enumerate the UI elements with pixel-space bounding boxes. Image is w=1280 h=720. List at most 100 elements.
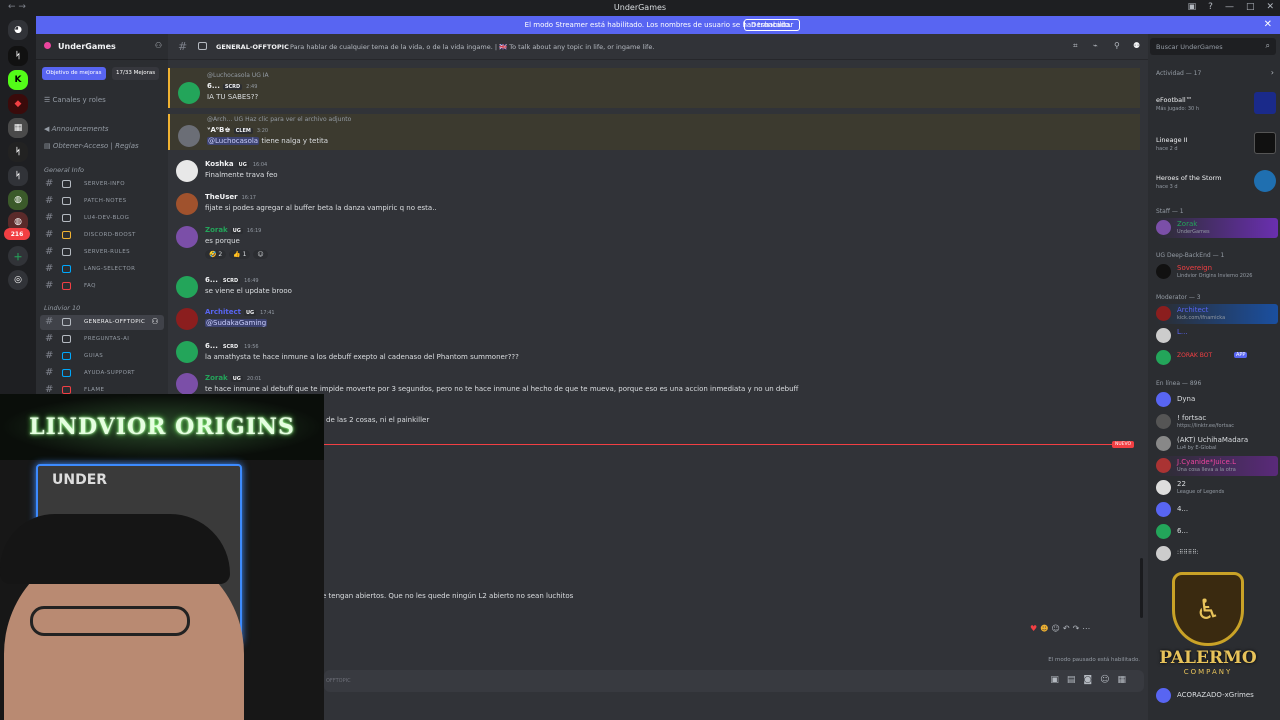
message[interactable]: @Arch... UG Haz clic para ver el archivo… (168, 114, 1140, 150)
message-author[interactable]: 6... SCRD 2:49 (207, 82, 257, 90)
reply-preview[interactable]: @Arch... UG Haz clic para ver el archivo… (207, 116, 351, 123)
add-member-icon[interactable]: ⚇ (151, 317, 159, 326)
server-icon[interactable]: ▦ (8, 118, 28, 138)
reply-preview[interactable]: @Luchocasola UG IA (207, 72, 269, 79)
notification-icon[interactable]: ⌁ (1093, 41, 1098, 50)
message-author[interactable]: Zorak UG 16:19 (205, 226, 261, 234)
disable-streamer-button[interactable]: Deshabilitar (744, 19, 801, 31)
emoji-icon[interactable]: ☺ (1100, 675, 1117, 685)
avatar[interactable] (176, 308, 198, 330)
chevron-right-icon[interactable]: › (1271, 68, 1274, 77)
server-icon[interactable]: ᛋ (8, 142, 28, 162)
more-icon[interactable]: ⋯ (1082, 624, 1093, 633)
channel-server-rules[interactable]: # SERVER-RULES (40, 245, 164, 260)
user-mention[interactable]: @Luchocasola (207, 137, 260, 145)
channel-lang-selector[interactable]: # LANG-SELECTOR (40, 262, 164, 277)
channel-discord-boost[interactable]: # DISCORD-BOOST (40, 228, 164, 243)
member[interactable]: 6... (1156, 522, 1278, 542)
channel-server-info[interactable]: # SERVER-INFO (40, 177, 164, 192)
reply-icon[interactable]: ↶ (1063, 624, 1073, 633)
member[interactable]: L... (1156, 326, 1278, 346)
channel-lu4-dev-blog[interactable]: # LU4-DEV-BLOG (40, 211, 164, 226)
member[interactable]: 4... (1156, 500, 1278, 520)
channel-ayuda-support[interactable]: # AYUDA-SUPPORT (40, 366, 164, 381)
message-author[interactable]: Koshka UG 16:04 (205, 160, 267, 168)
invite-icon[interactable]: ⚇ (155, 41, 162, 50)
add-reaction-icon[interactable]: ☺ (253, 250, 268, 259)
sticker-icon[interactable]: ◙ (1083, 675, 1100, 685)
category-general-info[interactable]: General Info (44, 166, 84, 174)
channel-preguntas-ai[interactable]: # PREGUNTAS-AI (40, 332, 164, 347)
member[interactable]: 22 League of Legends (1156, 478, 1278, 498)
member[interactable]: ACORAZADO-xGrimes (1156, 686, 1278, 706)
member[interactable]: J.Cyanide*Juice.L Una cosa lleva a la otr… (1156, 456, 1278, 476)
message-composer[interactable]: OFFTOPIC ▣▤◙☺▦ (324, 670, 1144, 692)
server-header[interactable]: UnderGames ⌄ ⚇ (36, 34, 168, 60)
gift-icon[interactable]: ▣ (1050, 675, 1067, 685)
server-icon[interactable]: ◆ (8, 94, 28, 114)
member[interactable]: (AKT) UchihaMadara Lu4 by E-Global (1156, 434, 1278, 454)
minimize-button[interactable]: — (1225, 2, 1234, 12)
message-author[interactable]: 6... SCRD 16:49 (205, 276, 259, 284)
search-input[interactable]: Buscar UnderGames ⌕ (1150, 38, 1276, 55)
message[interactable]: TheUser 16:17 fijate si podes agregar al … (168, 191, 1140, 219)
avatar[interactable] (176, 193, 198, 215)
pin-icon[interactable]: ⚲ (1114, 41, 1120, 50)
avatar[interactable] (178, 125, 200, 147)
avatar[interactable] (176, 160, 198, 182)
member-list-icon[interactable]: ⚉ (1133, 41, 1140, 50)
message-author[interactable]: Architect UG 17:41 (205, 308, 275, 316)
member[interactable]: Sovereign Lindvior Origins Invierno 2026 (1156, 262, 1278, 282)
maximize-button[interactable]: □ (1246, 2, 1255, 12)
apps-icon[interactable]: ▦ (1117, 675, 1134, 685)
member[interactable]: Dyna (1156, 390, 1278, 410)
member[interactable]: Zorak UnderGames (1156, 218, 1278, 238)
channels-roles-link[interactable]: ☰ Canales y roles (44, 96, 106, 104)
gif-icon[interactable]: ▤ (1067, 675, 1084, 685)
server-icon[interactable]: ◍ (8, 190, 28, 210)
member[interactable]: Architect kick.com/ifnamicka (1156, 304, 1278, 324)
channel-obtener-acceso[interactable]: ▤ Obtener-Acceso | Reglas (44, 142, 139, 150)
avatar[interactable] (176, 373, 198, 395)
heart-reaction-icon[interactable]: ♥ (1030, 624, 1040, 633)
avatar[interactable] (178, 82, 200, 104)
category-lindvior[interactable]: Lindvior 10 (44, 304, 80, 312)
react-icon[interactable]: ☺ (1052, 624, 1063, 633)
add-server-icon[interactable]: ＋ (8, 246, 28, 266)
message[interactable]: Zorak UG 16:19 es porque 🤣 2 👍 1 ☺ (168, 224, 1140, 266)
user-mention[interactable]: @SudakaGaming (205, 319, 268, 327)
forward-icon[interactable]: ↷ (1073, 624, 1083, 633)
avatar[interactable] (176, 341, 198, 363)
message[interactable]: Architect UG 17:41 @SudakaGaming (168, 306, 1140, 334)
message[interactable]: Koshka UG 16:04 Finalmente trava feo (168, 158, 1140, 186)
channel-topic[interactable]: Para hablar de cualquier tema de la vida… (290, 43, 654, 51)
member[interactable]: :⠿⠿⠿⠿: (1156, 544, 1278, 564)
help-icon[interactable]: ? (1208, 2, 1213, 12)
message-author[interactable]: Zorak UG 20:01 (205, 374, 261, 382)
discover-icon[interactable]: ◎ (8, 270, 28, 290)
channel-general-offtopic[interactable]: # GENERAL-OFFTOPIC ⚇ (40, 315, 164, 330)
message[interactable]: @Luchocasola UG IA 6... SCRD 2:49 IA TU SA… (168, 68, 1140, 108)
laugh-reaction-icon[interactable]: ☻ (1040, 624, 1051, 633)
message-author[interactable]: 6... SCRD 19:56 (205, 342, 259, 350)
message[interactable]: 6... SCRD 16:49 se viene el update brooo (168, 274, 1140, 302)
channel-faq[interactable]: # FAQ (40, 279, 164, 294)
reaction-laugh[interactable]: 🤣 2 (205, 250, 227, 259)
boost-goal-pill[interactable]: Objetivo de mejoras (42, 67, 106, 80)
discord-home-icon[interactable]: ◕ (8, 20, 28, 40)
close-banner-icon[interactable]: ✕ (1264, 19, 1272, 30)
threads-icon[interactable]: ⌗ (1073, 41, 1078, 51)
activity-card[interactable]: eFootball™ Más jugado: 30 h (1156, 86, 1276, 120)
activity-card[interactable]: Heroes of the Storm hace 3 d (1156, 164, 1276, 198)
server-icon[interactable]: ᛋ (8, 46, 28, 66)
reaction-thumbsup[interactable]: 👍 1 (229, 250, 251, 259)
message-author[interactable]: ᵛA⁰B♚ CLEM 3:20 (207, 126, 268, 134)
member[interactable]: ZORAK BOT APP (1156, 348, 1278, 368)
channel-patch-notes[interactable]: # PATCH-NOTES (40, 194, 164, 209)
avatar[interactable] (176, 226, 198, 248)
member[interactable]: ! fortsac https://linktr.ee/fortsac (1156, 412, 1278, 432)
scrollbar[interactable] (1140, 558, 1143, 618)
undergames-server-icon[interactable]: ᛋ (8, 166, 28, 186)
message[interactable]: 6... SCRD 19:56 la amathysta te hace inmun… (168, 339, 1140, 367)
kick-server-icon[interactable]: K (8, 70, 28, 90)
